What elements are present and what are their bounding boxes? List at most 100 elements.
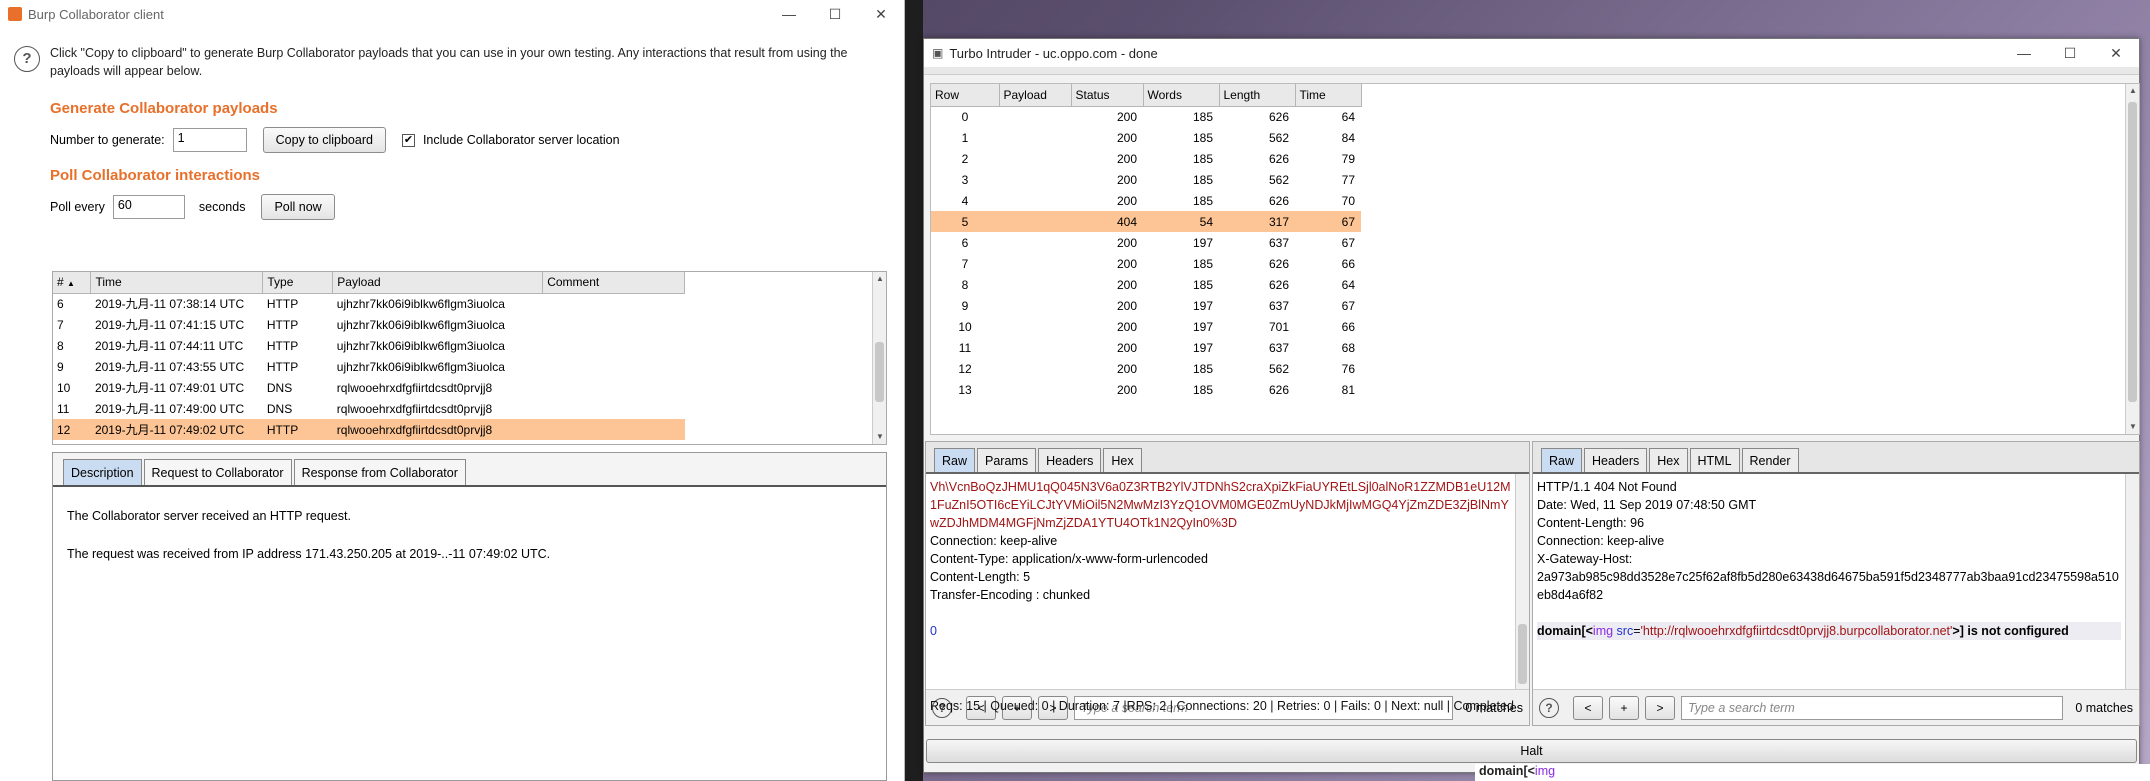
col-payload-header[interactable]: Payload	[332, 272, 544, 294]
col-status-header[interactable]: Status	[1071, 84, 1144, 107]
table-row[interactable]: 12 2019-九月-11 07:49:02 UTC HTTP rqlwooehrxd…	[53, 419, 685, 440]
turbo-minimize-icon[interactable]: —	[2001, 39, 2047, 67]
halt-button[interactable]: Halt	[926, 739, 2137, 763]
scroll-up-icon[interactable]: ▲	[873, 272, 887, 286]
col-payload-header[interactable]: Payload	[999, 84, 1072, 107]
response-scrollbar[interactable]	[2125, 474, 2139, 689]
col-row-header[interactable]: Row	[931, 84, 1000, 107]
request-editor[interactable]: Vh\VcnBoQzJHMU1qQ045N3V6a0Z3RTB2YlVJTDNh…	[926, 474, 1515, 689]
include-server-checkbox[interactable]: ✔	[401, 133, 415, 147]
req-tab-headers[interactable]: Headers	[1038, 448, 1102, 472]
table-cell: 200	[1116, 298, 1137, 313]
turbo-close-icon[interactable]: ✕	[2093, 39, 2139, 67]
req-tab-params[interactable]: Params	[977, 448, 1037, 472]
tab-description[interactable]: Description	[63, 459, 142, 485]
results-scroll-down-icon[interactable]: ▼	[2126, 420, 2140, 434]
col-comment-header[interactable]: Comment	[542, 272, 685, 294]
results-scroll-thumb[interactable]	[2128, 102, 2137, 402]
col-time-header[interactable]: Time	[1295, 84, 1362, 107]
table-scrollbar[interactable]: ▲ ▼	[872, 272, 886, 444]
splitter[interactable]	[924, 67, 2139, 75]
table-row[interactable]: 8 200 185 626 64	[931, 274, 1361, 295]
tab-request-to-collaborator[interactable]: Request to Collaborator	[143, 459, 292, 485]
table-cell: 404	[1071, 211, 1143, 232]
response-add-button[interactable]: +	[1609, 695, 1639, 720]
response-line: Date: Wed, 11 Sep 2019 07:48:50 GMT	[1537, 498, 1757, 512]
turbo-window-title: Turbo Intruder - uc.oppo.com - done	[949, 45, 1158, 61]
table-row[interactable]: 6 2019-九月-11 07:38:14 UTC HTTP ujhzhr7kk06i…	[53, 293, 685, 314]
table-cell: 2019-九月-11 07:38:14 UTC	[94, 297, 245, 312]
scroll-thumb[interactable]	[875, 342, 884, 402]
detail-tabbar: Description Request to Collaborator Resp…	[53, 453, 886, 487]
response-search-input[interactable]: Type a search term	[1681, 695, 2064, 720]
table-row[interactable]: 7 200 185 626 66	[931, 253, 1361, 274]
table-cell: 13	[958, 382, 972, 397]
window-title: Burp Collaborator client	[28, 6, 164, 22]
table-cell: 185	[1192, 151, 1213, 166]
table-row[interactable]: 13 200 185 626 81	[931, 379, 1361, 400]
response-prev-button[interactable]: <	[1573, 695, 1603, 720]
background-window-peek: domain[<img	[1475, 764, 2150, 781]
table-row[interactable]: 9 200 197 637 67	[931, 295, 1361, 316]
results-scroll-up-icon[interactable]: ▲	[2126, 84, 2140, 98]
request-scroll-thumb[interactable]	[1518, 624, 1527, 684]
poll-interval-input[interactable]: 60	[112, 195, 185, 219]
resp-tab-render[interactable]: Render	[1741, 448, 1799, 472]
table-cell: 2019-九月-11 07:49:01 UTC	[94, 381, 245, 395]
table-row[interactable]: 10 200 197 701 66	[931, 316, 1361, 337]
table-row[interactable]: 1 200 185 562 84	[931, 127, 1361, 148]
response-editor[interactable]: HTTP/1.1 404 Not Found Date: Wed, 11 Sep…	[1533, 474, 2125, 689]
req-tab-hex[interactable]: Hex	[1103, 448, 1142, 472]
table-row[interactable]: 11 200 197 637 68	[931, 337, 1361, 358]
table-row[interactable]: 7 2019-九月-11 07:41:15 UTC HTTP ujhzhr7kk06i…	[53, 314, 685, 335]
col-length-header[interactable]: Length	[1219, 84, 1296, 107]
col-time-header[interactable]: Time	[90, 272, 264, 294]
table-cell: 200	[1116, 109, 1137, 124]
table-cell: HTTP	[266, 317, 299, 332]
poll-now-button[interactable]: Poll now	[261, 194, 335, 220]
results-table: Row Payload Status Words Length Time 0 20…	[930, 83, 2140, 435]
col-number-header[interactable]: # ▲	[53, 272, 92, 294]
response-search-bar: ? < + > Type a search term 0 matches	[1533, 689, 2139, 725]
close-icon[interactable]: ✕	[858, 0, 904, 28]
col-type-header[interactable]: Type	[262, 272, 334, 294]
table-row[interactable]: 5 404 54 317 67	[931, 211, 1361, 232]
response-line: HTTP/1.1 404 Not Found	[1537, 480, 1677, 494]
response-next-button[interactable]: >	[1645, 695, 1675, 720]
table-row[interactable]: 3 200 185 562 77	[931, 169, 1361, 190]
table-row[interactable]: 2 200 185 626 79	[931, 148, 1361, 169]
resp-tab-headers[interactable]: Headers	[1584, 448, 1648, 472]
number-input[interactable]: 1	[172, 128, 247, 152]
table-row[interactable]: 11 2019-九月-11 07:49:00 UTC DNS rqlwooehrxdf…	[53, 398, 685, 419]
help-icon[interactable]: ?	[14, 46, 40, 72]
response-help-icon[interactable]: ?	[1539, 697, 1559, 718]
request-pane: Raw Params Headers Hex Vh\VcnBoQzJHMU1qQ…	[925, 441, 1530, 726]
col-words-header[interactable]: Words	[1143, 84, 1220, 107]
table-row[interactable]: 9 2019-九月-11 07:43:55 UTC HTTP ujhzhr7kk06i…	[53, 356, 685, 377]
request-tabbar: Raw Params Headers Hex	[926, 442, 1529, 474]
table-row[interactable]: 8 2019-九月-11 07:44:11 UTC HTTP ujhzhr7kk06i…	[53, 335, 685, 356]
copy-to-clipboard-button[interactable]: Copy to clipboard	[262, 127, 386, 153]
table-row[interactable]: 6 200 197 637 67	[931, 232, 1361, 253]
table-cell: 626	[1268, 193, 1289, 208]
maximize-icon[interactable]: ☐	[812, 0, 858, 28]
resp-tab-hex[interactable]: Hex	[1649, 448, 1688, 472]
request-scrollbar[interactable]	[1515, 474, 1529, 689]
minimize-icon[interactable]: —	[766, 0, 812, 28]
results-scrollbar[interactable]: ▲ ▼	[2125, 84, 2139, 434]
table-cell	[543, 377, 685, 398]
table-row[interactable]: 0 200 185 626 64	[931, 106, 1361, 127]
table-row[interactable]: 4 200 185 626 70	[931, 190, 1361, 211]
scroll-down-icon[interactable]: ▼	[873, 430, 887, 444]
table-row[interactable]: 10 2019-九月-11 07:49:01 UTC DNS rqlwooehrxdf…	[53, 377, 685, 398]
resp-tab-raw[interactable]: Raw	[1541, 448, 1583, 472]
turbo-maximize-icon[interactable]: ☐	[2047, 39, 2093, 67]
table-row[interactable]: 12 200 185 562 76	[931, 358, 1361, 379]
req-tab-raw[interactable]: Raw	[934, 448, 976, 472]
poll-row: Poll every 60 seconds Poll now	[0, 184, 904, 220]
tab-response-from-collaborator[interactable]: Response from Collaborator	[293, 459, 466, 485]
resp-tab-html[interactable]: HTML	[1689, 448, 1740, 472]
table-cell: 626	[1268, 151, 1289, 166]
table-cell	[999, 127, 1071, 148]
response-pane: Raw Headers Hex HTML Render HTTP/1.1 404…	[1532, 441, 2140, 726]
